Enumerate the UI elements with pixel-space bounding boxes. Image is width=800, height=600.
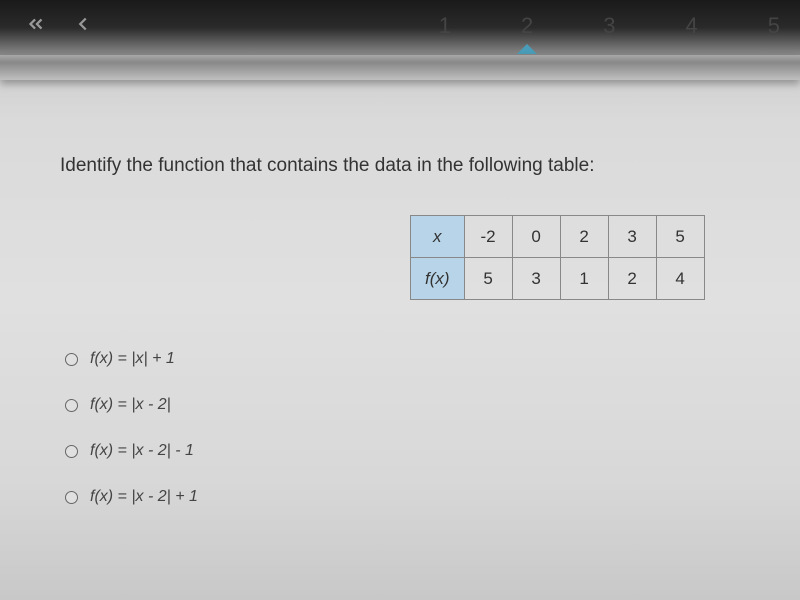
x-header-cell: x xyxy=(411,216,465,258)
first-page-icon[interactable] xyxy=(25,13,47,42)
page-divider xyxy=(0,55,800,80)
question-content: Identify the function that contains the … xyxy=(60,155,790,212)
data-table-container: x -2 0 2 3 5 f(x) 5 3 1 2 4 xyxy=(410,215,705,300)
table-cell: 5 xyxy=(464,258,512,300)
table-cell: 5 xyxy=(656,216,704,258)
option-label: f(x) = |x| + 1 xyxy=(90,350,175,368)
radio-icon xyxy=(65,353,78,366)
table-cell: -2 xyxy=(464,216,512,258)
table-cell: 2 xyxy=(608,258,656,300)
page-number-2[interactable]: 2 xyxy=(506,8,548,54)
table-cell: 0 xyxy=(512,216,560,258)
table-cell: 1 xyxy=(560,258,608,300)
table-row-fx: f(x) 5 3 1 2 4 xyxy=(411,258,705,300)
page-number-5[interactable]: 5 xyxy=(753,8,795,54)
table-cell: 3 xyxy=(608,216,656,258)
table-row-x: x -2 0 2 3 5 xyxy=(411,216,705,258)
option-label: f(x) = |x - 2| xyxy=(90,396,171,414)
option-d[interactable]: f(x) = |x - 2| + 1 xyxy=(65,488,198,506)
top-navigation: 1 2 3 4 5 xyxy=(0,0,800,55)
prev-page-icon[interactable] xyxy=(72,13,94,42)
table-cell: 4 xyxy=(656,258,704,300)
option-label: f(x) = |x - 2| + 1 xyxy=(90,488,198,506)
radio-icon xyxy=(65,399,78,412)
option-c[interactable]: f(x) = |x - 2| - 1 xyxy=(65,442,198,460)
option-a[interactable]: f(x) = |x| + 1 xyxy=(65,350,198,368)
table-cell: 3 xyxy=(512,258,560,300)
page-number-3[interactable]: 3 xyxy=(588,8,630,54)
page-number-4[interactable]: 4 xyxy=(671,8,713,54)
question-text: Identify the function that contains the … xyxy=(60,155,790,177)
option-label: f(x) = |x - 2| - 1 xyxy=(90,442,194,460)
option-b[interactable]: f(x) = |x - 2| xyxy=(65,396,198,414)
radio-icon xyxy=(65,491,78,504)
table-cell: 2 xyxy=(560,216,608,258)
fx-header-cell: f(x) xyxy=(411,258,465,300)
radio-icon xyxy=(65,445,78,458)
page-number-list: 1 2 3 4 5 xyxy=(424,8,800,54)
nav-arrows xyxy=(25,13,94,42)
answer-options: f(x) = |x| + 1 f(x) = |x - 2| f(x) = |x … xyxy=(65,350,198,534)
data-table: x -2 0 2 3 5 f(x) 5 3 1 2 4 xyxy=(410,215,705,300)
page-number-1[interactable]: 1 xyxy=(424,8,466,54)
